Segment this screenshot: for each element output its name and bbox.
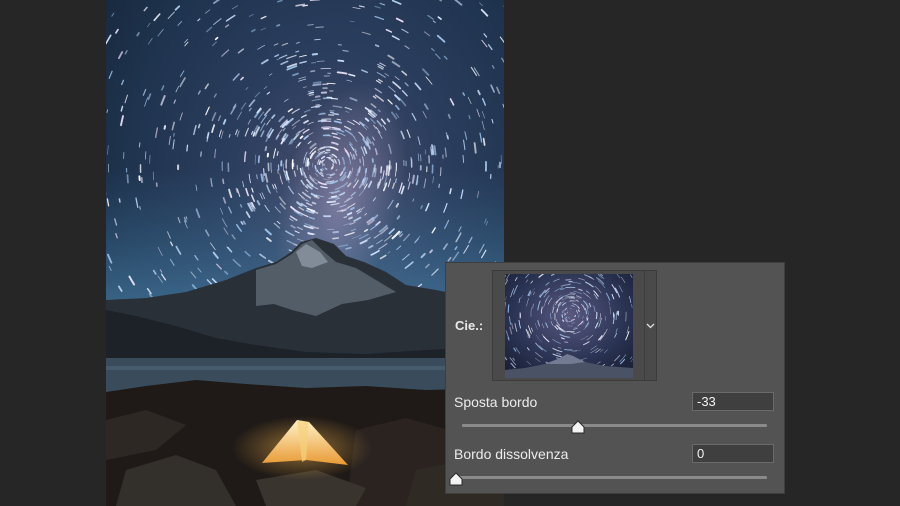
shift-edge-input[interactable]: -33	[692, 392, 774, 411]
chevron-down-icon[interactable]	[645, 271, 656, 380]
shift-edge-slider[interactable]	[462, 424, 767, 427]
shift-edge-label: Sposta bordo	[454, 394, 538, 410]
fade-edge-slider[interactable]	[456, 476, 767, 479]
sky-label: Cie.:	[455, 318, 484, 333]
sky-preset-thumbnail[interactable]	[505, 274, 633, 378]
fade-edge-input[interactable]: 0	[692, 444, 774, 463]
sky-replacement-panel: Cie.: Sposta bordo -33 Bordo dissolvenza…	[445, 262, 785, 494]
slider-thumb-icon[interactable]	[571, 420, 585, 434]
slider-thumb-icon[interactable]	[449, 472, 463, 486]
sky-preset-picker[interactable]	[492, 270, 657, 381]
fade-edge-label: Bordo dissolvenza	[454, 446, 569, 462]
